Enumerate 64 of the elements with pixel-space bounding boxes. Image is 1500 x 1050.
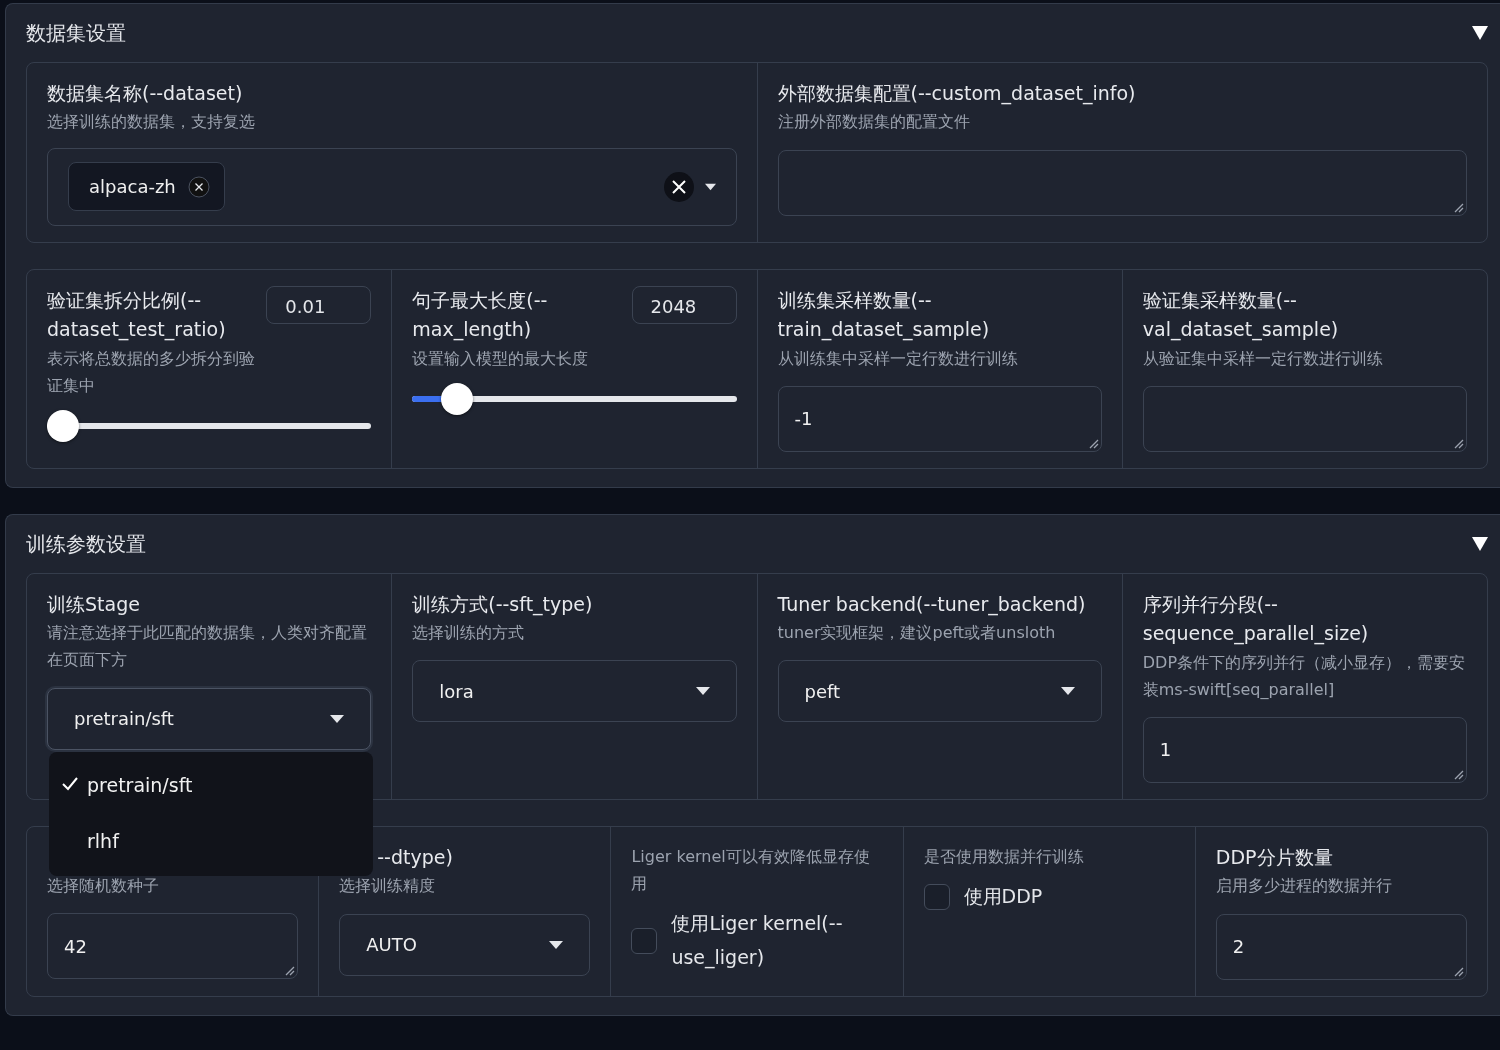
help-text: 从验证集中采样一定行数进行训练 bbox=[1142, 347, 1384, 370]
collapse-toggle-icon[interactable] bbox=[1472, 536, 1488, 551]
check-icon bbox=[61, 775, 79, 792]
help-text: Liger kernel可以有效降低显存使用 bbox=[631, 845, 871, 896]
slider[interactable] bbox=[412, 381, 737, 416]
text-field[interactable]: -1 bbox=[777, 385, 1102, 452]
clear-icon[interactable] bbox=[662, 170, 695, 203]
text-field[interactable]: 1 bbox=[1142, 716, 1467, 783]
text-field[interactable]: 42 bbox=[47, 913, 299, 980]
field-label: 训练集采样数量(--train_dataset_sample) bbox=[777, 287, 991, 343]
checkbox-label[interactable]: 使用Liger kernel(--use_liger) bbox=[671, 907, 883, 974]
checkbox[interactable] bbox=[631, 927, 658, 954]
help-text: 设置输入模型的最大长度 bbox=[412, 347, 590, 370]
remove-icon[interactable] bbox=[187, 175, 210, 198]
help-text: 选择随机数种子 bbox=[47, 874, 160, 897]
caret-icon[interactable] bbox=[1060, 687, 1075, 696]
section-title[interactable]: 数据集设置 bbox=[26, 18, 126, 48]
field-label: 验证集采样数量(--val_dataset_sample) bbox=[1142, 287, 1340, 343]
text-field[interactable]: 2 bbox=[1215, 913, 1467, 980]
field-label: 数据集名称(--dataset) bbox=[47, 81, 244, 106]
selected-chip[interactable]: alpaca-zh bbox=[68, 162, 225, 212]
section-title[interactable]: 训练参数设置 bbox=[26, 528, 146, 559]
field-label: Tuner backend(--tuner_backend) bbox=[777, 591, 1087, 618]
field-label: --dtype) bbox=[376, 844, 454, 870]
caret-icon[interactable] bbox=[704, 182, 716, 191]
caret-icon[interactable] bbox=[549, 940, 564, 949]
field-label: DDP分片数量 bbox=[1215, 844, 1334, 870]
help-text: 启用多少进程的数据并行 bbox=[1215, 875, 1393, 898]
checkbox-label[interactable]: 使用DDP bbox=[963, 880, 1043, 914]
help-text: 选择训练的方式 bbox=[412, 622, 526, 645]
help-text: DDP条件下的序列并行（减小显存），需要安装ms-swift[seq_parallel] bbox=[1142, 651, 1467, 701]
field-label: 训练Stage bbox=[47, 591, 141, 617]
collapse-toggle-icon[interactable] bbox=[1472, 26, 1488, 40]
dropdown-option[interactable]: rlhf bbox=[49, 813, 374, 870]
caret-icon[interactable] bbox=[330, 714, 345, 723]
help-text: 请注意选择于此匹配的数据集，人类对齐配置在页面下方 bbox=[47, 622, 368, 672]
help-text: 从训练集中采样一定行数进行训练 bbox=[777, 347, 1019, 370]
help-text: 注册外部数据集的配置文件 bbox=[777, 111, 971, 134]
help-text: 表示将总数据的多少拆分到验证集中 bbox=[47, 347, 256, 397]
dropdown-field[interactable]: peft bbox=[777, 660, 1102, 723]
text-field[interactable] bbox=[1142, 385, 1467, 452]
help-text: 是否使用数据并行训练 bbox=[923, 845, 1085, 868]
resize-handle-icon[interactable] bbox=[283, 964, 296, 977]
dropdown-option[interactable]: pretrain/sft bbox=[49, 757, 374, 814]
number-field[interactable]: 2048 bbox=[631, 285, 737, 324]
field-label: 序列并行分段(--sequence_parallel_size) bbox=[1142, 591, 1370, 647]
caret-icon[interactable] bbox=[695, 687, 710, 696]
field-label: 句子最大长度(--max_length) bbox=[412, 287, 549, 343]
dropdown-field[interactable]: AUTO bbox=[339, 913, 591, 976]
slider[interactable] bbox=[47, 408, 372, 443]
slider-thumb[interactable] bbox=[47, 409, 79, 442]
field-label: 外部数据集配置(--custom_dataset_info) bbox=[777, 81, 1137, 107]
multiselect-field[interactable]: alpaca-zh bbox=[47, 147, 737, 226]
dropdown-field[interactable]: lora bbox=[412, 660, 737, 723]
slider-thumb[interactable] bbox=[441, 382, 474, 415]
number-field[interactable]: 0.01 bbox=[266, 285, 372, 324]
help-text: 选择训练的数据集，支持复选 bbox=[47, 111, 256, 134]
field-label: 验证集拆分比例(--dataset_test_ratio) bbox=[47, 287, 227, 343]
checkbox[interactable] bbox=[923, 883, 950, 910]
help-text: tuner实现框架，建议peft或者unsloth bbox=[777, 622, 1057, 645]
dropdown-field[interactable]: pretrain/sft bbox=[47, 687, 372, 750]
text-field[interactable] bbox=[777, 149, 1467, 216]
help-text: 选择训练精度 bbox=[339, 875, 437, 898]
field-label: 训练方式(--sft_type) bbox=[412, 591, 594, 618]
